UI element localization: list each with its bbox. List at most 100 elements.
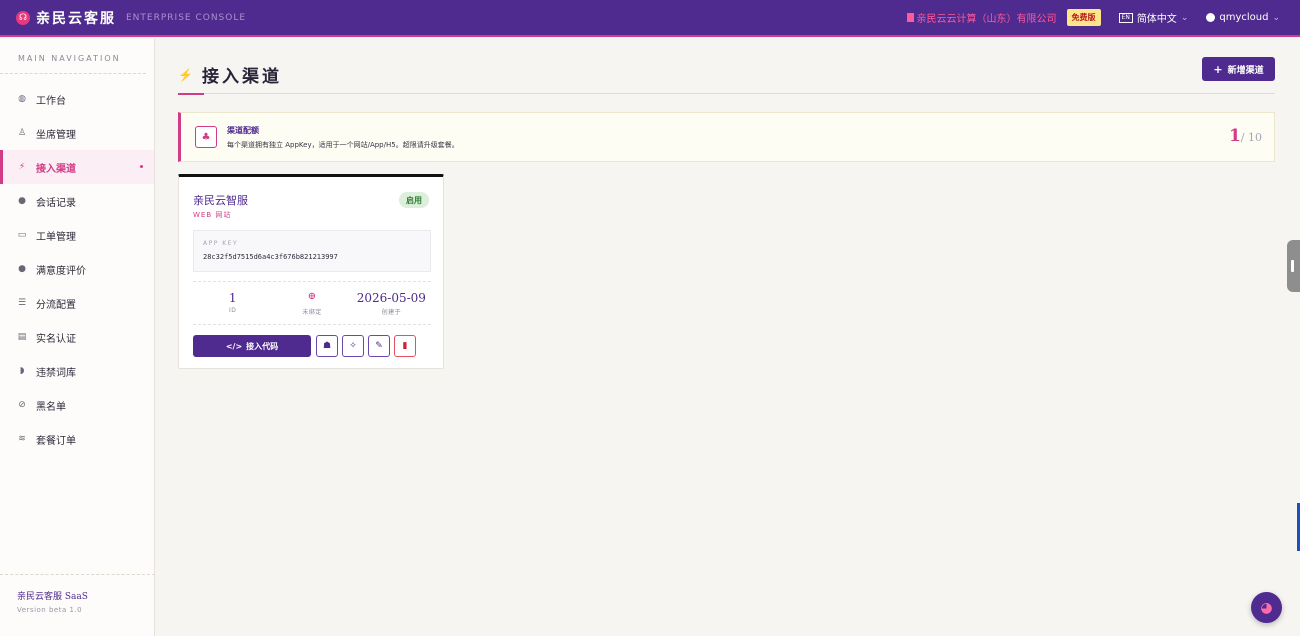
- channel-stats: 1 ID ⊕ 未绑定 2026-05-09 创建于: [193, 281, 431, 325]
- quota-title: 渠道配额: [227, 126, 259, 135]
- stat-domain: ⊕ 未绑定: [272, 282, 351, 324]
- status-badge: 启用: [399, 192, 429, 208]
- palette-icon: ◕: [1260, 599, 1273, 616]
- quota-used: 1: [1228, 126, 1241, 146]
- edit-button[interactable]: ✎: [368, 335, 390, 357]
- sidebar-item-blacklist[interactable]: ⊘ 黑名单: [0, 388, 154, 422]
- sidebar-item-label: 实名认证: [36, 333, 76, 345]
- nav-heading: MAIN NAVIGATION: [0, 39, 146, 74]
- footer-title: 亲民云客服 SaaS: [17, 592, 88, 602]
- side-drawer-handle[interactable]: [1287, 240, 1300, 292]
- active-dot: [140, 165, 143, 168]
- language-label: 简体中文: [1136, 14, 1177, 25]
- chevron-down-icon: ⌄: [1272, 12, 1280, 23]
- plus-icon: +: [1213, 62, 1223, 76]
- quota-panel: ♣ 渠道配额 每个渠道拥有独立 AppKey，适用于一个网站/App/H5。超限…: [178, 112, 1275, 162]
- magic-button[interactable]: ✧: [342, 335, 364, 357]
- sidebar-item-label: 会话记录: [36, 197, 76, 209]
- shield-icon: ◗: [19, 366, 25, 376]
- sidebar-item-label: 违禁词库: [36, 367, 76, 379]
- shapes-icon: ♣: [195, 126, 217, 148]
- app-key-value[interactable]: 28c32f5d7515d6a4c3f676b821213997: [203, 253, 338, 261]
- ticket-icon: ▭: [17, 230, 27, 240]
- created-value: 2026-05-09: [356, 291, 426, 305]
- pencil-icon: ✎: [375, 341, 383, 351]
- quota-count: 1/ 10: [1229, 126, 1262, 146]
- headset-icon: ☊: [16, 10, 30, 25]
- username: qmycloud: [1219, 12, 1269, 23]
- page-header: ⚡ 接入渠道 + 新增渠道: [178, 56, 1275, 95]
- user-menu[interactable]: qmycloud ⌄: [1206, 12, 1280, 23]
- ban-icon: ⊘: [18, 400, 26, 410]
- agents-icon: ♙: [17, 128, 27, 138]
- channel-card: 亲民云智服 WEB 网站 启用 APP KEY 28c32f5d7515d6a4…: [178, 174, 444, 369]
- sidebar-item-agents[interactable]: ♙ 坐席管理: [0, 116, 154, 150]
- add-channel-label: 新增渠道: [1227, 65, 1264, 76]
- sidebar-item-label: 工作台: [36, 95, 66, 107]
- sidebar-item-verification[interactable]: ▤ 实名认证: [0, 320, 154, 354]
- sidebar-item-channels[interactable]: ⚡ 接入渠道: [0, 150, 154, 184]
- building-icon: [906, 13, 914, 22]
- top-bar: ☊ 亲民云客服 ENTERPRISE CONSOLE 亲民云云计算（山东）有限公…: [0, 0, 1300, 37]
- sidebar-item-label: 分流配置: [36, 299, 76, 311]
- code-icon: </>: [225, 341, 243, 351]
- language-selector[interactable]: EN 简体中文 ⌄: [1118, 10, 1189, 25]
- theme-palette-button[interactable]: ◕: [1251, 592, 1282, 623]
- sidebar-item-banned-words[interactable]: ◗ 违禁词库: [0, 354, 154, 388]
- integration-code-label: 接入代码: [246, 341, 279, 351]
- created-label: 创建于: [381, 309, 402, 316]
- plug-icon: ⚡: [178, 67, 196, 82]
- layers-icon: ≋: [18, 434, 26, 444]
- app-key-box: APP KEY 28c32f5d7515d6a4c3f676b821213997: [193, 230, 431, 272]
- sidebar-item-label: 满意度评价: [36, 265, 86, 277]
- trash-icon: ▮: [402, 341, 408, 351]
- stat-id: 1 ID: [193, 282, 272, 324]
- routing-icon: ☰: [17, 298, 27, 308]
- id-label: ID: [228, 307, 237, 314]
- domain-label: 未绑定: [302, 309, 322, 316]
- brand-subtitle: ENTERPRISE CONSOLE: [126, 12, 247, 23]
- channel-name: 亲民云智服: [193, 194, 248, 207]
- dashboard-icon: ◍: [18, 94, 26, 104]
- plug-icon: ⚡: [18, 162, 26, 172]
- sidebar-item-satisfaction[interactable]: ● 满意度评价: [0, 252, 154, 286]
- delete-button[interactable]: ▮: [394, 335, 416, 357]
- sidebar-item-dashboard[interactable]: ◍ 工作台: [0, 82, 154, 116]
- globe-icon: ⊕: [307, 291, 317, 302]
- brand[interactable]: ☊ 亲民云客服 ENTERPRISE CONSOLE: [16, 8, 246, 28]
- magic-wand-icon: ✧: [349, 341, 357, 351]
- page-title-text: 接入渠道: [201, 67, 282, 87]
- page-title: ⚡ 接入渠道: [178, 62, 282, 87]
- agents-assign-button[interactable]: ☗: [316, 335, 338, 357]
- chat-icon: ●: [18, 196, 26, 206]
- company-label: 亲民云云计算（山东）有限公司: [916, 14, 1057, 25]
- app-key-label: APP KEY: [203, 240, 239, 247]
- id-value: 1: [228, 291, 237, 305]
- sidebar-item-routing[interactable]: ☰ 分流配置: [0, 286, 154, 320]
- sidebar-item-tickets[interactable]: ▭ 工单管理: [0, 218, 154, 252]
- sidebar-item-label: 坐席管理: [36, 129, 76, 141]
- company-name: 亲民云云计算（山东）有限公司: [906, 10, 1057, 25]
- plan-badge: 免费版: [1066, 9, 1101, 26]
- title-underline: [178, 93, 204, 95]
- sidebar-footer: 亲民云客服 SaaS Version beta 1.0: [0, 574, 155, 636]
- sidebar-item-chat-records[interactable]: ● 会话记录: [0, 184, 154, 218]
- top-right-controls: 亲民云云计算（山东）有限公司 免费版 EN 简体中文 ⌄ qmycloud ⌄: [906, 9, 1280, 26]
- chevron-down-icon: ⌄: [1180, 12, 1189, 23]
- channel-type: WEB 网站: [193, 211, 232, 219]
- add-channel-button[interactable]: + 新增渠道: [1202, 57, 1275, 81]
- stat-created: 2026-05-09 创建于: [352, 282, 431, 324]
- sidebar-item-label: 套餐订单: [36, 435, 76, 447]
- rating-icon: ●: [18, 264, 26, 274]
- user-icon: [1206, 13, 1216, 22]
- integration-code-button[interactable]: </> 接入代码: [193, 335, 311, 357]
- sidebar-item-label: 黑名单: [36, 401, 66, 413]
- quota-total: / 10: [1240, 131, 1262, 144]
- sidebar-item-plans[interactable]: ≋ 套餐订单: [0, 422, 154, 456]
- brand-name: 亲民云客服: [36, 10, 116, 27]
- sidebar-item-label: 接入渠道: [36, 163, 76, 175]
- language-icon: EN: [1118, 12, 1133, 23]
- sidebar-item-label: 工单管理: [36, 231, 76, 243]
- quota-description: 每个渠道拥有独立 AppKey，适用于一个网站/App/H5。超限请升级套餐。: [227, 141, 459, 149]
- sidebar: MAIN NAVIGATION ◍ 工作台 ♙ 坐席管理 ⚡ 接入渠道 ● 会话…: [0, 39, 155, 636]
